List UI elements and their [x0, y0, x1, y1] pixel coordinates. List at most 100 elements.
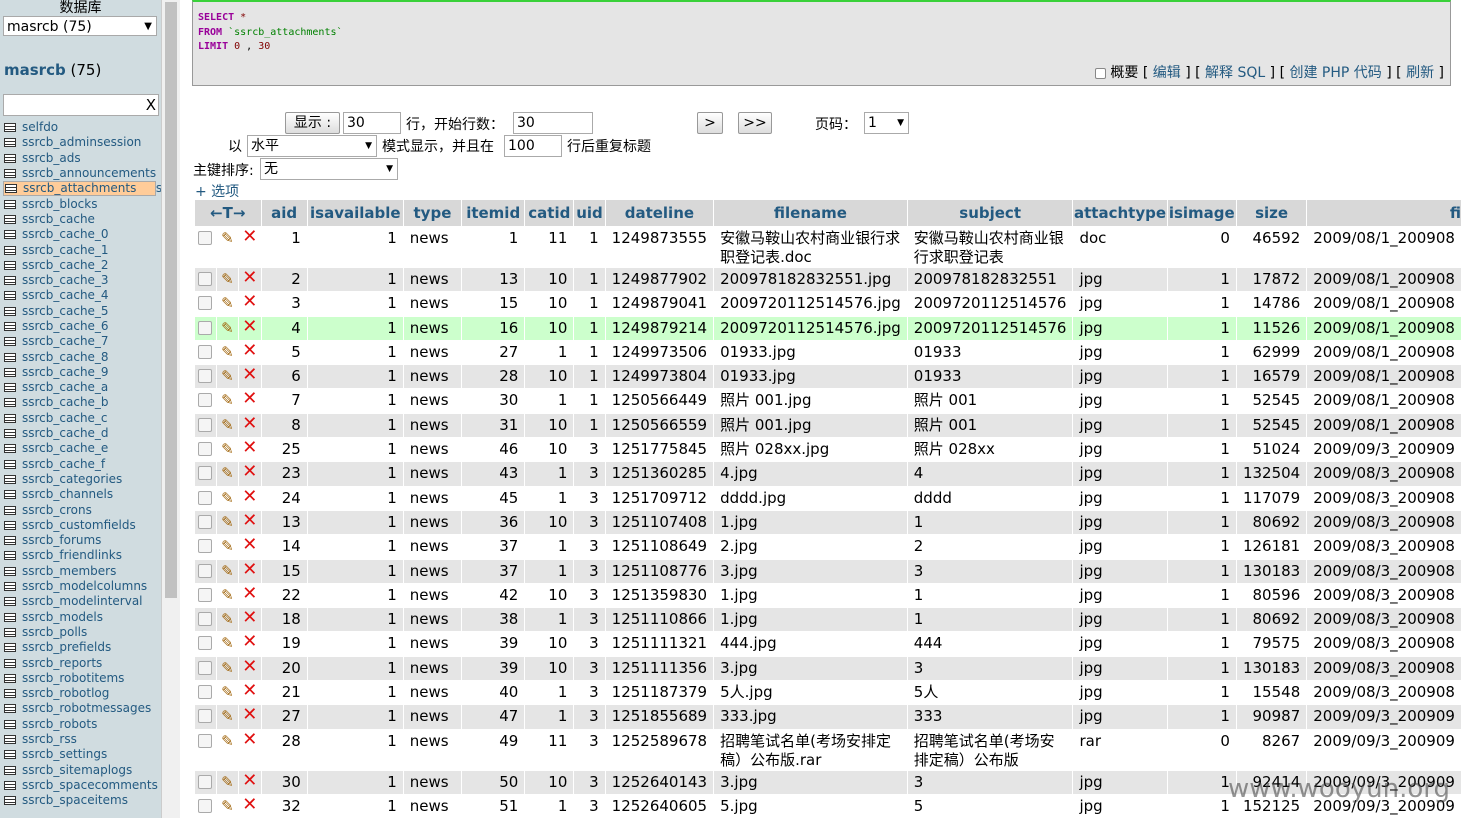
sidebar-table-item[interactable]: ssrcb_members: [4, 564, 161, 579]
cell-isimage[interactable]: 1: [1166, 558, 1237, 584]
edit-pencil-icon[interactable]: ✎: [221, 367, 234, 385]
table-row[interactable]: ✎ ✕ 1 1 news 1 11 1 1249873555 安徽马鞍山农村商业银行求职登记表.d…: [194, 226, 1462, 268]
delete-icon[interactable]: ✕: [242, 633, 257, 652]
table-icon[interactable]: [4, 627, 16, 637]
cell-type[interactable]: news: [402, 364, 463, 390]
cell-subject[interactable]: 01933: [906, 339, 1074, 366]
page-select[interactable]: 1 ▼: [864, 112, 909, 134]
column-header-catid[interactable]: catid: [524, 199, 575, 227]
column-header-fi[interactable]: fi: [1306, 199, 1462, 227]
sidebar-table-name[interactable]: ssrcb_blocks: [22, 197, 97, 212]
cell-filename[interactable]: 4.jpg: [713, 461, 908, 487]
row-checkbox[interactable]: [198, 442, 213, 457]
row-checkbox[interactable]: [198, 344, 213, 359]
cell-uid[interactable]: 3: [573, 704, 606, 730]
cell-type[interactable]: news: [402, 509, 463, 536]
cell-attachtype[interactable]: jpg: [1072, 793, 1168, 819]
repeat-headers-input[interactable]: 100: [504, 135, 562, 157]
cell-uid[interactable]: 1: [573, 266, 606, 293]
table-icon[interactable]: [4, 735, 16, 745]
row-checkbox[interactable]: [198, 417, 213, 432]
sidebar-table-name[interactable]: ssrcb_cache_4: [22, 288, 109, 303]
cell-itemid[interactable]: 16: [461, 315, 526, 341]
cell-catid[interactable]: 1: [524, 461, 575, 487]
cell-catid[interactable]: 10: [524, 364, 575, 390]
cell-catid[interactable]: 10: [524, 291, 575, 317]
cell-type[interactable]: news: [402, 769, 463, 795]
row-checkbox[interactable]: [198, 636, 213, 651]
cell-itemid[interactable]: 1: [461, 226, 526, 268]
current-database[interactable]: masrcb (75): [4, 61, 101, 79]
sidebar-table-name[interactable]: ssrcb_settings: [22, 747, 107, 762]
sidebar-table-name[interactable]: ssrcb_cache_0: [22, 227, 109, 242]
cell-fi[interactable]: 2009/09/3_200909: [1306, 704, 1462, 730]
sidebar-table-name[interactable]: ssrcb_cache_9: [22, 365, 109, 380]
cell-uid[interactable]: 3: [573, 631, 606, 657]
cell-fi[interactable]: 2009/08/3_200908: [1306, 509, 1462, 536]
cell-attachtype[interactable]: rar: [1072, 728, 1168, 771]
table-icon[interactable]: [4, 704, 16, 714]
cell-filename[interactable]: 1.jpg: [713, 509, 908, 536]
edit-pencil-icon[interactable]: ✎: [221, 513, 234, 531]
cell-subject[interactable]: 3: [906, 769, 1074, 795]
delete-icon[interactable]: ✕: [242, 730, 257, 750]
cell-dateline[interactable]: 1249877902: [604, 266, 715, 293]
cell-isimage[interactable]: 1: [1166, 485, 1237, 511]
cell-itemid[interactable]: 13: [461, 266, 526, 293]
sidebar-table-name[interactable]: ssrcb_cache_2: [22, 258, 109, 273]
cell-aid[interactable]: 13: [260, 509, 308, 536]
cell-dateline[interactable]: 1249879214: [604, 315, 715, 341]
cell-filename[interactable]: 3.jpg: [713, 558, 908, 584]
sidebar-table-name[interactable]: ssrcb_attachments: [23, 181, 136, 196]
column-header-itemid[interactable]: itemid: [461, 199, 526, 227]
sidebar-table-item[interactable]: ssrcb_cache_c: [4, 411, 161, 426]
sidebar-table-name[interactable]: selfdo: [22, 120, 58, 135]
cell-isimage[interactable]: 1: [1166, 339, 1237, 366]
delete-icon[interactable]: ✕: [242, 657, 257, 676]
cell-catid[interactable]: 10: [524, 315, 575, 341]
cell-catid[interactable]: 1: [524, 680, 575, 706]
delete-icon[interactable]: ✕: [242, 682, 257, 701]
cell-aid[interactable]: 27: [260, 704, 308, 730]
cell-size[interactable]: 11526: [1235, 315, 1308, 341]
cell-isavailable[interactable]: 1: [306, 437, 404, 463]
edit-pencil-icon[interactable]: ✎: [221, 537, 234, 555]
cell-filename[interactable]: 照片 001.jpg: [713, 412, 908, 439]
cell-dateline[interactable]: 1251855689: [604, 704, 715, 730]
table-row[interactable]: ✎ ✕ 5 1 news 27 1 1 1249973506 01933.jpg 01933 jpg 1…: [194, 339, 1462, 366]
sidebar-table-item[interactable]: ssrcb_crons: [4, 502, 161, 517]
row-checkbox[interactable]: [198, 733, 213, 748]
edit-pencil-icon[interactable]: ✎: [221, 229, 234, 247]
cell-type[interactable]: news: [402, 728, 463, 771]
cell-isavailable[interactable]: 1: [306, 769, 404, 795]
cell-size[interactable]: 62999: [1235, 339, 1308, 366]
cell-dateline[interactable]: 1252640605: [604, 793, 715, 819]
cell-attachtype[interactable]: jpg: [1072, 485, 1168, 511]
cell-aid[interactable]: 15: [260, 558, 308, 584]
cell-itemid[interactable]: 39: [461, 655, 526, 682]
table-icon[interactable]: [4, 123, 16, 133]
sidebar-table-name[interactable]: ssrcb_polls: [22, 625, 87, 640]
sidebar-table-item[interactable]: ssrcb_cache_7: [4, 334, 161, 349]
sidebar-table-name[interactable]: ssrcb_robots: [22, 717, 97, 732]
sidebar-table-item[interactable]: ssrcb_attachments: [3, 181, 156, 197]
cell-isimage[interactable]: 1: [1166, 534, 1237, 560]
cell-type[interactable]: news: [402, 291, 463, 317]
cell-filename[interactable]: 200978182832551.jpg: [713, 266, 908, 293]
cell-fi[interactable]: 2009/08/1_200908: [1306, 412, 1462, 439]
cell-isavailable[interactable]: 1: [306, 485, 404, 511]
cell-size[interactable]: 52545: [1235, 412, 1308, 439]
delete-icon[interactable]: ✕: [242, 366, 257, 385]
edit-pencil-icon[interactable]: ✎: [221, 610, 234, 628]
sidebar-table-item[interactable]: ssrcb_robotlog: [4, 686, 161, 701]
cell-fi[interactable]: 2009/08/1_200908: [1306, 291, 1462, 317]
cell-filename[interactable]: 2009720112514576.jpg: [713, 315, 908, 341]
cell-isimage[interactable]: 1: [1166, 315, 1237, 341]
column-header-isavailable[interactable]: isavailable: [306, 199, 404, 227]
sidebar-table-name[interactable]: ssrcb_prefields: [22, 640, 111, 655]
delete-icon[interactable]: ✕: [242, 706, 257, 725]
edit-pencil-icon[interactable]: ✎: [221, 440, 234, 458]
cell-filename[interactable]: 01933.jpg: [713, 364, 908, 390]
table-icon[interactable]: [5, 184, 17, 194]
cell-aid[interactable]: 21: [260, 680, 308, 706]
